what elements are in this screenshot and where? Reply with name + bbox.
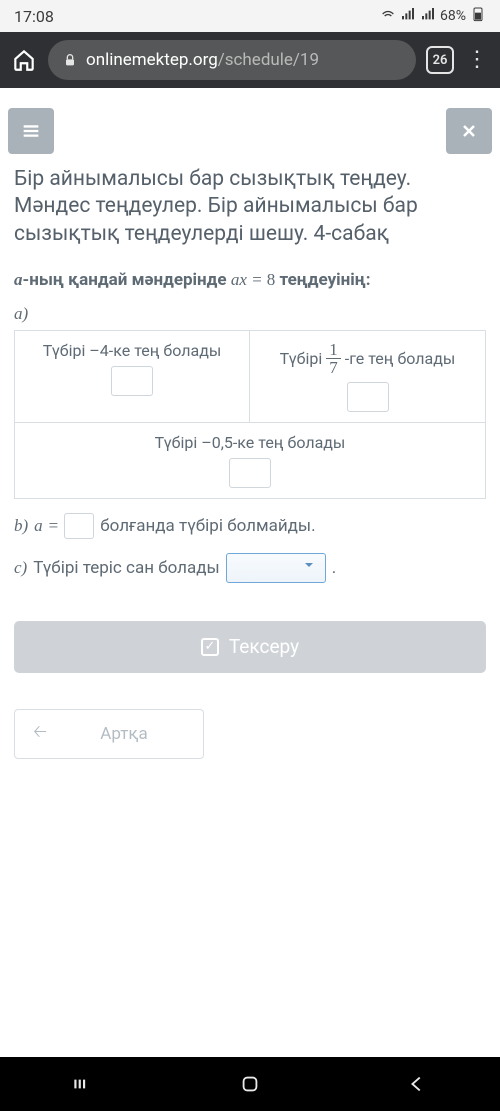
part-b-label: b): [14, 516, 28, 536]
tab-count-button[interactable]: 26: [426, 46, 454, 74]
lock-icon: [62, 52, 78, 68]
table-cell-2: Түбірі 1 7 -ге тең болады: [250, 331, 485, 423]
part-a-label: a): [0, 294, 500, 328]
browser-toolbar: onlinemektep.org/schedule/19 26 ⋮: [0, 32, 500, 88]
address-bar[interactable]: onlinemektep.org/schedule/19: [48, 40, 416, 80]
table-cell-3: Түбірі –0,5-ке тең болады: [15, 423, 485, 498]
equation-rhs: 8: [267, 270, 276, 289]
status-indicators: 68%: [380, 6, 486, 26]
back-button[interactable]: 🡠 Артқа: [14, 709, 204, 759]
android-nav-bar: [0, 1057, 500, 1111]
checkmark-icon: ✓: [201, 638, 219, 656]
part-b-line: b) a = болғанда түбірі болмайды.: [0, 499, 500, 539]
lesson-title: Бір айнымалысы бар сызықтық теңдеу. Мәнд…: [0, 166, 500, 254]
home-button[interactable]: [236, 1070, 264, 1098]
battery-text: 68%: [440, 8, 466, 24]
back-nav-button[interactable]: [403, 1070, 431, 1098]
part-c-period: .: [332, 558, 336, 578]
answer-input-1[interactable]: [111, 366, 153, 396]
question-prompt: a-ның қандай мәндерінде ax = 8 теңдеуіні…: [0, 254, 500, 294]
cell2-post: -ге тең болады: [345, 349, 456, 368]
signal-icon: [400, 6, 416, 26]
part-b-eq: =: [49, 516, 59, 536]
check-button-label: Тексеру: [229, 635, 299, 658]
arrow-left-icon: 🡠: [15, 719, 65, 748]
var-a: a: [14, 270, 23, 289]
answer-input-b[interactable]: [64, 513, 94, 539]
equation-lhs: ax: [231, 270, 247, 289]
wifi-icon: [380, 6, 396, 26]
home-icon[interactable]: [10, 46, 38, 74]
chevron-down-icon: [301, 557, 317, 578]
part-b-text: болғанда түбірі болмайды.: [100, 516, 315, 536]
answer-input-3[interactable]: [229, 458, 271, 488]
url-path: /schedule/19: [218, 50, 319, 70]
cell1-text: Түбірі –4-ке тең болады: [43, 341, 222, 360]
signal-icon-2: [420, 6, 436, 26]
hamburger-menu-button[interactable]: [8, 108, 54, 154]
cell2-pre: Түбірі: [280, 349, 323, 368]
recent-apps-button[interactable]: [69, 1070, 97, 1098]
part-c-line: c) Түбірі теріс сан болады .: [0, 539, 500, 583]
table-cell-1: Түбірі –4-ке тең болады: [15, 331, 250, 423]
answers-table: Түбірі –4-ке тең болады Түбірі 1 7 -ге т…: [14, 330, 486, 499]
cell3-text: Түбірі –0,5-ке тең болады: [155, 433, 346, 452]
clock: 17:08: [14, 7, 54, 26]
prompt-text-1: -ның қандай мәндерінде: [23, 270, 227, 290]
check-button[interactable]: ✓ Тексеру: [14, 621, 486, 673]
close-button[interactable]: [446, 108, 492, 154]
frac-den: 7: [326, 359, 341, 376]
dropdown-c[interactable]: [226, 553, 326, 583]
prompt-text-2: теңдеуінің:: [280, 270, 371, 290]
url-domain: onlinemektep.org: [86, 50, 218, 70]
browser-menu-icon[interactable]: ⋮: [464, 49, 490, 71]
frac-num: 1: [326, 341, 341, 359]
equation-eq: =: [251, 270, 262, 289]
part-c-text: Түбірі теріс сан болады: [33, 558, 220, 578]
back-button-label: Артқа: [65, 724, 203, 744]
answer-input-2[interactable]: [347, 382, 389, 412]
fraction-1-7: 1 7: [326, 341, 341, 376]
android-status-bar: 17:08 68%: [0, 0, 500, 32]
page-content: Бір айнымалысы бар сызықтық теңдеу. Мәнд…: [0, 88, 500, 759]
battery-icon: [470, 6, 486, 26]
part-b-var: a: [34, 516, 43, 536]
part-c-label: c): [14, 558, 27, 578]
